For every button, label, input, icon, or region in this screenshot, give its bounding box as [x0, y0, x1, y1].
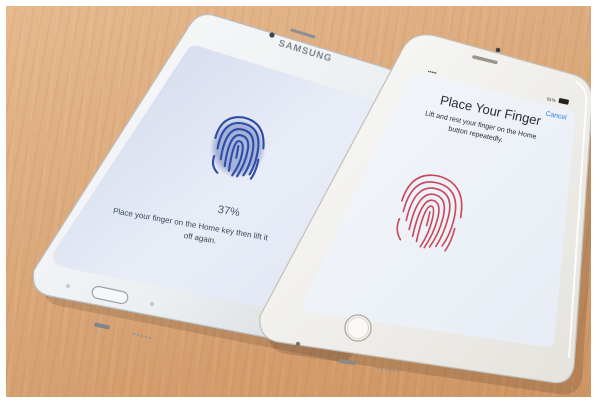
iphone-front-camera: [495, 47, 501, 53]
samsung-back-key: [150, 302, 154, 306]
samsung-speaker-grille: [132, 332, 152, 340]
samsung-front-camera: [269, 32, 275, 38]
iphone-home-button-icon[interactable]: [344, 314, 372, 342]
phones-illustration: SAMSUNG 37% Place your finger on the Hom…: [32, 13, 591, 395]
wooden-table-scene: SAMSUNG 37% Place your finger on the Hom…: [6, 6, 591, 397]
samsung-earpiece: [290, 28, 316, 39]
samsung-recent-key: [66, 284, 70, 288]
iphone-headphone-jack: [295, 341, 301, 347]
photo-frame: SAMSUNG 37% Place your finger on the Hom…: [0, 0, 597, 403]
samsung-usb-port: [94, 322, 110, 330]
